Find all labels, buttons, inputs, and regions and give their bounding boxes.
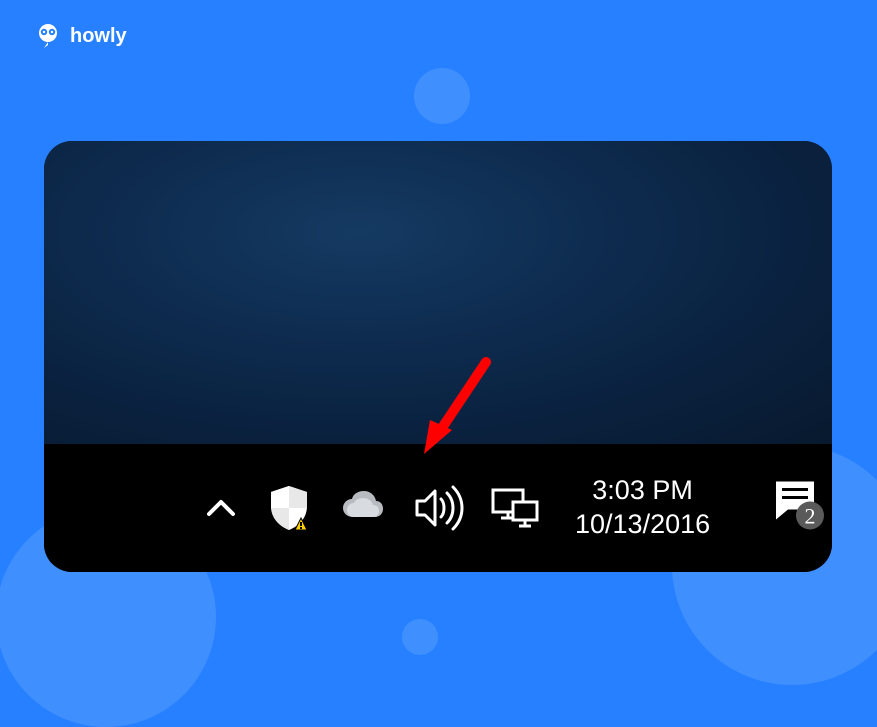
screenshot-container: 3:03 PM 10/13/2016 2 (44, 141, 832, 572)
taskbar-clock[interactable]: 3:03 PM 10/13/2016 (575, 474, 710, 542)
clock-date: 10/13/2016 (575, 508, 710, 542)
owl-icon (34, 22, 62, 50)
windows-defender-tray-icon[interactable] (263, 482, 315, 534)
shield-icon (263, 482, 315, 534)
clock-time: 3:03 PM (592, 474, 693, 508)
onedrive-tray-icon[interactable] (335, 481, 389, 535)
action-center-icon: 2 (766, 474, 830, 538)
volume-tray-icon[interactable] (409, 479, 467, 537)
decor-circle (414, 68, 470, 124)
chevron-up-icon (199, 486, 243, 530)
desktop-wallpaper (44, 141, 832, 444)
speaker-icon (409, 479, 467, 537)
decor-circle (402, 619, 438, 655)
notification-badge-count: 2 (805, 504, 816, 529)
show-hidden-icons-button[interactable] (199, 486, 243, 530)
network-monitor-icon (487, 480, 543, 536)
brand-text: howly (70, 25, 127, 48)
action-center-button[interactable]: 2 (766, 474, 830, 543)
network-tray-icon[interactable] (487, 480, 543, 536)
windows-taskbar: 3:03 PM 10/13/2016 2 (44, 444, 832, 572)
cloud-icon (335, 481, 389, 535)
system-tray: 3:03 PM 10/13/2016 (199, 444, 832, 572)
brand-logo: howly (34, 22, 127, 50)
